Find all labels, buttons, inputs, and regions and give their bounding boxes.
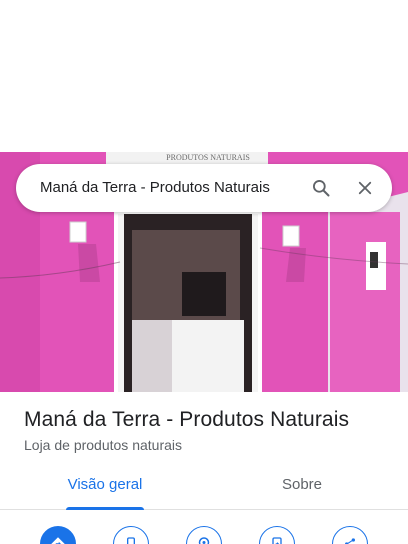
search-input[interactable]: Maná da Terra - Produtos Naturais	[40, 164, 270, 212]
nearby-button[interactable]	[186, 526, 222, 544]
place-name: Maná da Terra - Produtos Naturais	[24, 408, 350, 431]
close-icon[interactable]	[353, 176, 377, 200]
send-to-phone-button[interactable]	[259, 526, 295, 544]
share-icon	[345, 538, 355, 544]
search-bar[interactable]: Maná da Terra - Produtos Naturais	[16, 164, 392, 212]
place-tabs: Visão geral Sobre	[0, 466, 408, 510]
sign-text: PRODUTOS NATURAIS	[166, 153, 250, 162]
search-icon[interactable]	[309, 176, 333, 200]
place-category[interactable]: Loja de produtos naturais	[24, 437, 182, 453]
tab-overview[interactable]: Visão geral	[44, 466, 166, 510]
send-to-phone-icon	[272, 537, 282, 544]
directions-icon	[51, 537, 65, 544]
action-buttons-row	[0, 520, 408, 544]
active-tab-indicator	[66, 507, 144, 510]
phone-icon	[127, 537, 135, 544]
blank-map-area	[0, 0, 408, 152]
directions-button[interactable]	[40, 526, 76, 544]
phone-button[interactable]	[113, 526, 149, 544]
tab-about[interactable]: Sobre	[242, 466, 362, 510]
nearby-icon	[198, 537, 210, 544]
share-button[interactable]	[332, 526, 368, 544]
